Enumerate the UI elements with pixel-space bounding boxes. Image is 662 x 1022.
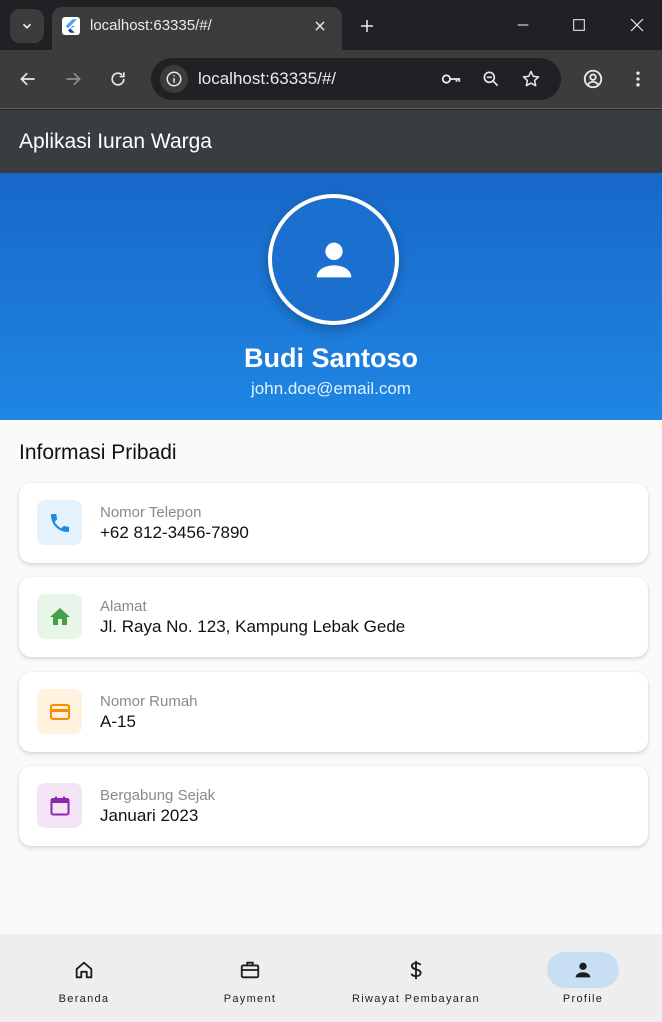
card-value: Januari 2023: [100, 806, 199, 825]
dollar-icon: [380, 952, 452, 988]
card-value: A-15: [100, 712, 136, 731]
card-label: Nomor Telepon: [100, 504, 202, 521]
maximize-icon[interactable]: [564, 10, 594, 40]
new-tab-icon[interactable]: [354, 13, 380, 39]
profile-email: john.doe@email.com: [251, 379, 411, 398]
section-title: Informasi Pribadi: [19, 441, 177, 464]
browser-tab-bar: localhost:63335/#/: [0, 0, 662, 50]
app-title: Aplikasi Iuran Warga: [19, 130, 212, 153]
chevron-down-icon: [22, 23, 32, 29]
info-card-phone: Nomor Telepon +62 812-3456-7890: [19, 483, 648, 563]
info-card-joined: Bergabung Sejak Januari 2023: [19, 766, 648, 846]
tab-title: localhost:63335/#/: [90, 17, 212, 34]
nav-item-payment[interactable]: Payment: [166, 934, 334, 1022]
key-icon[interactable]: [439, 67, 463, 91]
avatar: [268, 194, 399, 325]
card-label: Nomor Rumah: [100, 693, 198, 710]
reload-icon[interactable]: [103, 64, 133, 94]
briefcase-icon: [214, 952, 286, 988]
nav-item-riwayat[interactable]: Riwayat Pembayaran: [332, 934, 500, 1022]
card-label: Bergabung Sejak: [100, 787, 216, 804]
forward-icon[interactable]: [58, 64, 88, 94]
card-value: Jl. Raya No. 123, Kampung Lebak Gede: [100, 617, 406, 636]
url-text: localhost:63335/#/: [198, 69, 336, 88]
app-viewport: Aplikasi Iuran Warga Budi Santoso john.d…: [0, 110, 662, 1022]
home-outline-icon: [48, 952, 120, 988]
zoom-icon[interactable]: [479, 67, 503, 91]
calendar-icon: [37, 783, 82, 828]
minimize-icon[interactable]: [508, 10, 538, 40]
card-value: +62 812-3456-7890: [100, 523, 249, 542]
back-icon[interactable]: [13, 64, 43, 94]
profile-name: Budi Santoso: [244, 343, 418, 373]
tab-close-icon[interactable]: [310, 16, 330, 36]
card-label: Alamat: [100, 598, 147, 615]
person-icon: [316, 242, 351, 277]
flutter-logo-icon: [62, 17, 80, 35]
browser-toolbar: localhost:63335/#/: [0, 50, 662, 109]
nav-item-profile[interactable]: Profile: [499, 934, 662, 1022]
star-icon[interactable]: [519, 67, 543, 91]
info-card-address: Alamat Jl. Raya No. 123, Kampung Lebak G…: [19, 577, 648, 657]
account-icon[interactable]: [578, 64, 608, 94]
person-icon: [547, 952, 619, 988]
site-info-icon[interactable]: [160, 65, 188, 93]
home-icon: [37, 594, 82, 639]
address-bar[interactable]: localhost:63335/#/: [151, 58, 561, 100]
info-card-house-number: Nomor Rumah A-15: [19, 672, 648, 752]
profile-header: Budi Santoso john.doe@email.com: [0, 173, 662, 420]
phone-icon: [37, 500, 82, 545]
bottom-navigation: Beranda Payment Riwayat Pembayaran Profi…: [0, 934, 662, 1022]
credit-card-icon: [37, 689, 82, 734]
nav-label: Profile: [562, 993, 604, 1005]
browser-tab[interactable]: localhost:63335/#/: [52, 7, 342, 50]
close-window-icon[interactable]: [622, 10, 652, 40]
nav-item-beranda[interactable]: Beranda: [0, 934, 168, 1022]
more-menu-icon[interactable]: [623, 64, 653, 94]
tab-search-button[interactable]: [10, 9, 44, 43]
app-bar: Aplikasi Iuran Warga: [0, 110, 662, 173]
